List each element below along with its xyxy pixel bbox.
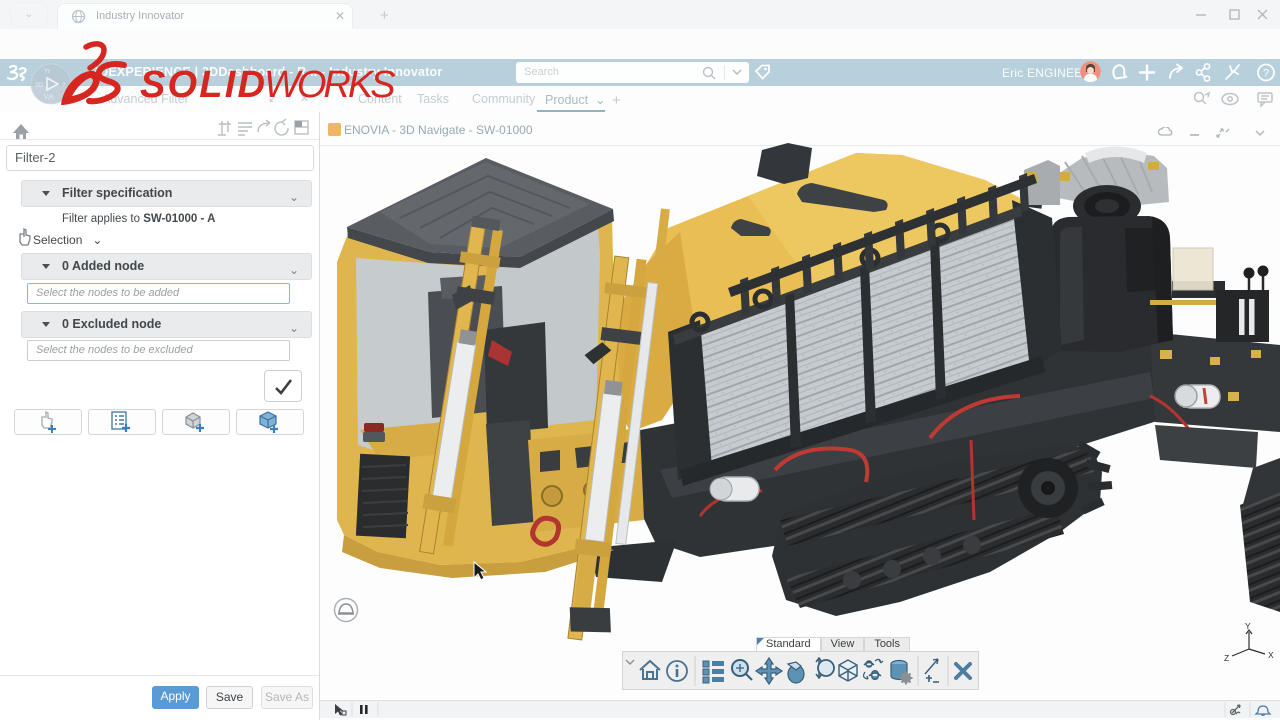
svg-text:SOLID: SOLID	[140, 64, 267, 106]
svg-text:X: X	[1268, 650, 1274, 660]
svg-text:3D: 3D	[35, 83, 43, 89]
svg-text:Y: Y	[1245, 621, 1251, 631]
svg-text:Z: Z	[1224, 653, 1229, 663]
svg-text:WORKS: WORKS	[264, 64, 395, 106]
svg-text:V,R: V,R	[44, 95, 54, 101]
svg-text:Yr: Yr	[44, 69, 50, 75]
